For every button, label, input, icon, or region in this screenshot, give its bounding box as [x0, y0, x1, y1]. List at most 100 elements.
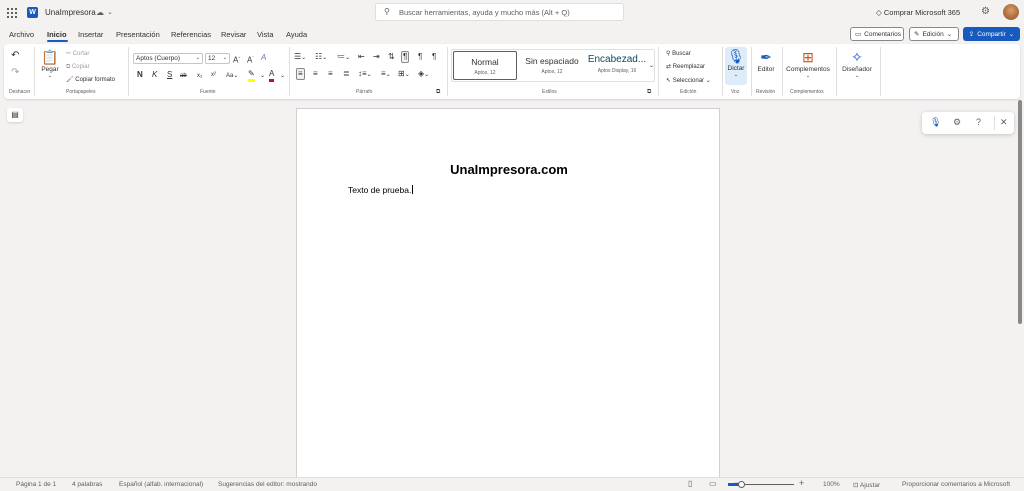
search-input[interactable]: ⚲ Buscar herramientas, ayuda y mucho más… [375, 3, 624, 21]
clear-formatting-icon[interactable]: A [261, 53, 266, 63]
document-body-text[interactable]: Texto de prueba. [348, 185, 414, 195]
chevron-down-icon[interactable]: ⌄ [260, 71, 265, 81]
share-button[interactable]: ⇪ Compartir ⌄ [963, 27, 1020, 41]
replace-button[interactable]: ⇄ Reemplazar [666, 62, 705, 72]
format-painter-button[interactable]: 🖌 Copiar formato [66, 75, 115, 85]
line-spacing-icon[interactable]: ↕≡⌄ [358, 69, 372, 80]
redo-icon[interactable]: ↷ [11, 68, 19, 78]
floating-toolbar: 🎙 ⚙ ? ✕ [922, 112, 1014, 134]
undo-icon[interactable]: ↶ [11, 51, 19, 61]
word-count[interactable]: 4 palabras [72, 481, 102, 488]
help-icon[interactable]: ? [976, 117, 981, 127]
dictate-button[interactable]: 🎙 Dictar ⌄ [725, 47, 747, 85]
subscript-icon[interactable]: x₂ [197, 71, 202, 81]
chevron-down-icon[interactable]: ⌄ [107, 8, 113, 16]
app-launcher-icon[interactable] [7, 8, 17, 18]
font-size-select[interactable]: 12 ⌄ [205, 53, 230, 64]
show-marks-icon[interactable]: ¶ [432, 52, 436, 62]
highlight-icon[interactable]: ✎ [248, 69, 255, 82]
gear-icon[interactable]: ⚙ [981, 6, 990, 17]
numbering-icon[interactable]: ☷⌄ [315, 52, 327, 63]
grow-font-icon[interactable]: A^ [233, 53, 240, 66]
font-family-select[interactable]: Aptos (Cuerpo) ⌄ [133, 53, 203, 64]
justify-icon[interactable]: ≣ [343, 69, 350, 79]
cut-button[interactable]: ✂ Cortar [66, 49, 89, 59]
paste-button[interactable]: 📋 Pegar ⌄ [40, 48, 60, 79]
tab-inicio[interactable]: Inicio [47, 30, 67, 39]
shrink-font-icon[interactable]: Aˇ [247, 53, 254, 66]
change-case-icon[interactable]: Aa⌄ [226, 71, 238, 81]
tab-referencias[interactable]: Referencias [171, 30, 211, 39]
buy-microsoft-365-link[interactable]: ◇ Comprar Microsoft 365 [876, 8, 960, 17]
zoom-level[interactable]: 100% [823, 481, 840, 488]
bold-button[interactable]: N [137, 70, 143, 80]
editor-button[interactable]: ✒ Editor [755, 48, 777, 73]
editing-mode-button[interactable]: ✎ Edición ⌄ [909, 27, 959, 41]
language-status[interactable]: Español (alfab. internacional) [119, 481, 203, 488]
copy-button[interactable]: ⧉ Copiar [66, 62, 90, 72]
replace-label: Reemplazar [672, 64, 706, 70]
shading-icon[interactable]: ◈⌄ [418, 69, 429, 80]
ribbon: ↶ ↷ Deshacer 📋 Pegar ⌄ ✂ Cortar ⧉ Copiar… [4, 44, 1020, 99]
vertical-scrollbar[interactable] [1018, 100, 1022, 324]
borders-icon[interactable]: ⊞⌄ [398, 69, 410, 80]
designer-button[interactable]: ✧ Diseñador ⌄ [839, 48, 875, 79]
decrease-indent-icon[interactable]: ⇤ [358, 52, 365, 62]
align-right-icon[interactable]: ≡ [328, 69, 333, 79]
tab-presentacion[interactable]: Presentación [116, 30, 160, 39]
document-view-icon[interactable]: ▯ [688, 479, 692, 488]
feedback-link[interactable]: Proporcionar comentarios a Microsoft [902, 481, 1010, 488]
underline-button[interactable]: S [167, 70, 172, 80]
avatar[interactable] [1003, 4, 1019, 20]
increase-indent-icon[interactable]: ⇥ [373, 52, 380, 62]
fit-button[interactable]: ⊡ Ajustar [853, 481, 880, 489]
editor-suggestions-status[interactable]: Sugerencias del editor: mostrando [218, 481, 317, 488]
style-name: Encabezad... [587, 54, 647, 65]
styles-dialog-launcher-icon[interactable]: ⧉ [647, 87, 651, 97]
zoom-in-button[interactable]: + [799, 478, 804, 488]
microphone-icon[interactable]: 🎙 [930, 117, 941, 128]
voice-group-label: Voz [731, 89, 740, 95]
document-heading[interactable]: UnaImpresora.com [297, 162, 721, 177]
chevron-down-icon: ⌄ [946, 31, 953, 38]
style-normal[interactable]: Normal Aptos, 12 [453, 51, 517, 80]
zoom-slider-thumb[interactable] [738, 481, 746, 488]
style-name: Sin espaciado [525, 56, 579, 66]
paragraph-spacing-icon[interactable]: ≡⌄ [381, 69, 391, 80]
styles-more-icon[interactable]: ⌄ [649, 61, 654, 71]
align-center-icon[interactable]: ≡ [313, 69, 318, 79]
chevron-down-icon[interactable]: ⌄ [280, 71, 285, 81]
align-left-icon[interactable]: ≡ [296, 68, 305, 80]
tab-revisar[interactable]: Revisar [221, 30, 246, 39]
bullets-icon[interactable]: ☰⌄ [294, 52, 306, 63]
document-page[interactable]: UnaImpresora.com Texto de prueba. [296, 108, 720, 478]
find-label: Buscar [672, 51, 691, 57]
multilevel-list-icon[interactable]: ≔⌄ [337, 52, 350, 63]
close-icon[interactable]: ✕ [1000, 117, 1008, 128]
tab-insertar[interactable]: Insertar [78, 30, 103, 39]
tab-archivo[interactable]: Archivo [9, 30, 34, 39]
superscript-icon[interactable]: x² [211, 70, 216, 80]
style-no-spacing[interactable]: Sin espaciado Aptos, 12 [520, 51, 584, 80]
navigation-pane-icon[interactable]: ▤ [7, 108, 23, 122]
addins-button[interactable]: ⊞ Complementos ⌄ [785, 48, 831, 79]
italic-button[interactable]: K [152, 70, 157, 80]
find-button[interactable]: ⚲ Buscar [666, 49, 691, 59]
rtl-text-icon[interactable]: ¶ [418, 52, 422, 62]
style-heading[interactable]: Encabezad... Aptos Display, 16 [585, 51, 649, 80]
ltr-text-icon[interactable]: ¶ [401, 51, 410, 63]
undo-group-label: Deshacer [9, 89, 31, 95]
word-logo-icon: W [27, 7, 38, 18]
copy-label: Copiar [71, 64, 90, 70]
sort-icon[interactable]: ⇅ [388, 52, 395, 62]
comments-button[interactable]: ▭ Comentarios [850, 27, 904, 41]
font-color-icon[interactable]: A [269, 69, 275, 82]
settings-icon[interactable]: ⚙ [953, 117, 961, 128]
select-button[interactable]: ↖ Seleccionar ⌄ [666, 76, 711, 86]
tab-ayuda[interactable]: Ayuda [286, 30, 307, 39]
strikethrough-button[interactable]: ab [180, 71, 187, 81]
focus-view-icon[interactable]: ▭ [709, 479, 717, 488]
tab-vista[interactable]: Vista [257, 30, 274, 39]
paragraph-dialog-launcher-icon[interactable]: ⧉ [436, 87, 440, 97]
document-title[interactable]: UnaImpresora [45, 8, 96, 17]
